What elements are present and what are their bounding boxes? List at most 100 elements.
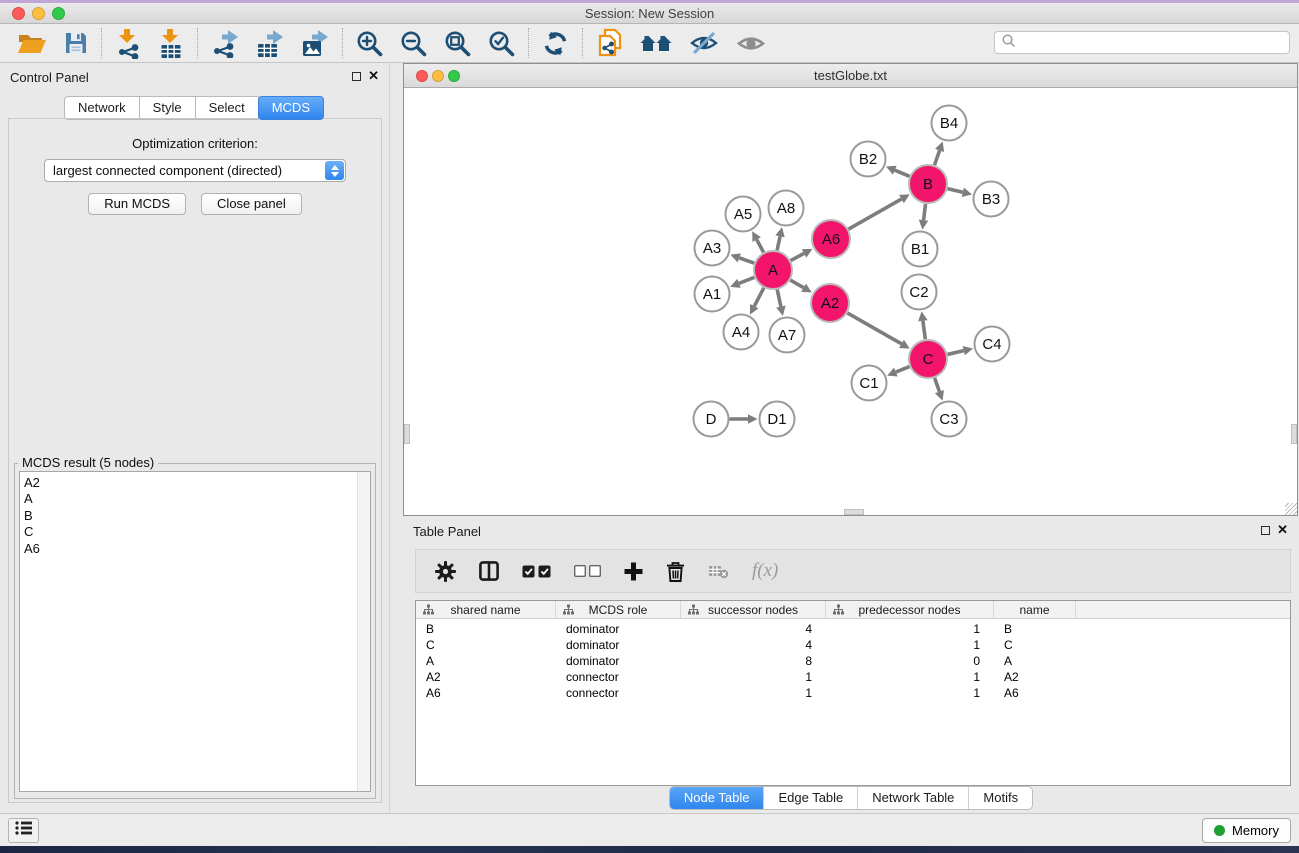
graph-edge-C-C4[interactable] [947,346,973,355]
right-scroll-thumb[interactable] [1291,424,1297,444]
run-mcds-button[interactable]: Run MCDS [88,193,186,215]
resize-handle[interactable] [1285,503,1297,515]
graph-node-B1[interactable]: B1 [903,232,938,267]
memory-button[interactable]: Memory [1202,818,1291,843]
column-header-successor-nodes[interactable]: successor nodes [681,601,826,618]
graph-node-A[interactable]: A [754,251,792,289]
table-cell[interactable]: A6 [426,685,556,701]
table-cell[interactable]: 1 [681,669,812,685]
export-table-button[interactable] [256,29,284,58]
close-panel-button[interactable]: Close panel [201,193,302,215]
import-table-button[interactable] [158,28,184,59]
table-cell[interactable]: dominator [566,653,681,669]
graph-node-D1[interactable]: D1 [760,402,795,437]
float-panel-icon[interactable] [352,72,361,81]
graph-edge-B-B4[interactable] [935,141,945,165]
graph-node-C2[interactable]: C2 [902,275,937,310]
mcds-result-item[interactable]: A6 [24,541,370,557]
graph-node-B[interactable]: B [909,165,947,203]
search-input[interactable] [1020,35,1289,50]
tab-select[interactable]: Select [195,96,259,120]
zoom-fit-button[interactable] [444,30,471,57]
graph-node-B4[interactable]: B4 [932,106,967,141]
deselect-all-button[interactable] [574,565,601,577]
tab-style[interactable]: Style [139,96,196,120]
table-cell[interactable]: connector [566,669,681,685]
graph-edge-B-B2[interactable] [886,166,910,177]
left-scroll-thumb[interactable] [404,424,410,444]
network-maximize-icon[interactable] [448,70,460,82]
table-row[interactable]: A6connector11A6 [416,685,1290,701]
table-row[interactable]: Cdominator41C [416,637,1290,653]
split-view-button[interactable] [479,561,499,581]
column-header-predecessor-nodes[interactable]: predecessor nodes [826,601,994,618]
settings-button[interactable] [435,561,456,582]
graph-edge-A-A4[interactable] [750,288,764,315]
column-header-mcds-role[interactable]: MCDS role [556,601,681,618]
import-network-button[interactable] [115,28,141,59]
zoom-selected-button[interactable] [488,30,515,57]
delete-column-button[interactable] [666,561,685,582]
table-cell[interactable]: C [426,637,556,653]
network-close-icon[interactable] [416,70,428,82]
graph-edge-C-C2[interactable] [918,311,928,339]
graph-edge-A-A1[interactable] [730,277,754,288]
graph-node-C[interactable]: C [909,340,947,378]
graph-edge-A-A3[interactable] [730,253,754,263]
graph-edge-A6-B[interactable] [848,194,909,229]
graph-edge-A-A6[interactable] [791,249,813,261]
tab-network-table[interactable]: Network Table [857,787,968,809]
refresh-button[interactable] [542,30,569,57]
mcds-result-item[interactable]: B [24,508,370,524]
table-cell[interactable]: B [1004,621,1076,637]
table-cell[interactable]: B [426,621,556,637]
bottom-scroll-thumb[interactable] [844,509,864,515]
export-network-button[interactable] [211,29,239,58]
table-cell[interactable]: 4 [681,637,812,653]
graph-edge-A-A7[interactable] [776,290,785,316]
graph-node-C1[interactable]: C1 [852,366,887,401]
tab-node-table[interactable]: Node Table [670,787,764,809]
table-cell[interactable]: dominator [566,637,681,653]
add-column-button[interactable] [624,562,643,581]
hide-panels-button[interactable] [689,31,719,55]
float-table-panel-icon[interactable] [1261,526,1270,535]
search-box[interactable] [994,31,1290,54]
zoom-in-button[interactable] [356,30,383,57]
graph-edge-C-C1[interactable] [887,367,909,377]
graph-node-B3[interactable]: B3 [974,182,1009,217]
network-minimize-icon[interactable] [432,70,444,82]
graph-node-C4[interactable]: C4 [975,327,1010,362]
graph-edge-B-B1[interactable] [919,204,929,230]
export-image-button[interactable] [301,29,329,57]
minimize-window-icon[interactable] [32,7,45,20]
graph-node-A1[interactable]: A1 [695,277,730,312]
graph-edge-A-A2[interactable] [790,280,812,292]
network-graph[interactable]: AA1A2A3A4A5A6A7A8BB1B2B3B4CC1C2C3C4DD1 [404,89,1297,515]
graph-node-C3[interactable]: C3 [932,402,967,437]
table-cell[interactable]: 1 [681,685,812,701]
maximize-window-icon[interactable] [52,7,65,20]
table-cell[interactable]: A [426,653,556,669]
graph-node-A8[interactable]: A8 [769,191,804,226]
table-cell[interactable]: 1 [826,669,980,685]
table-cell[interactable]: 8 [681,653,812,669]
table-cell[interactable]: A6 [1004,685,1076,701]
tab-mcds[interactable]: MCDS [258,96,324,120]
column-header-shared-name[interactable]: shared name [416,601,556,618]
tab-motifs[interactable]: Motifs [968,787,1032,809]
mcds-result-item[interactable]: A2 [24,475,370,491]
graph-node-A3[interactable]: A3 [695,231,730,266]
graph-edge-A-A5[interactable] [752,231,763,252]
mcds-result-item[interactable]: A [24,491,370,507]
graph-node-A2[interactable]: A2 [811,284,849,322]
close-panel-icon[interactable]: ✕ [368,68,379,84]
table-cell[interactable]: 1 [826,637,980,653]
task-history-button[interactable] [8,818,39,843]
graph-node-D[interactable]: D [694,402,729,437]
close-window-icon[interactable] [12,7,25,20]
table-cell[interactable]: A [1004,653,1076,669]
show-panels-button[interactable] [736,33,766,54]
optimization-criterion-select[interactable]: largest connected component (directed) [44,159,346,182]
list-scrollbar[interactable] [357,472,370,791]
